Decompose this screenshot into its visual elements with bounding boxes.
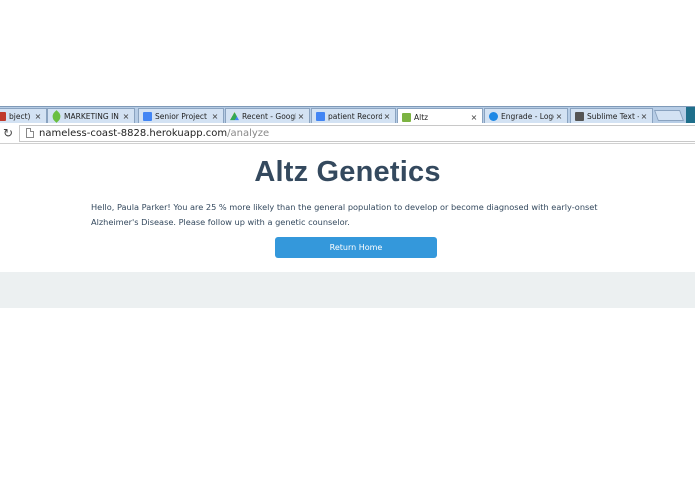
- reload-icon[interactable]: ↻: [1, 126, 15, 140]
- gmail-icon: [0, 112, 6, 121]
- url-path: /analyze: [227, 127, 270, 139]
- page-icon: [26, 128, 34, 138]
- tab-altz[interactable]: Altz ×: [397, 108, 483, 123]
- window-edge: [686, 107, 695, 123]
- drive-icon: [230, 112, 239, 121]
- tab-marketing[interactable]: MARKETING IN ×: [47, 108, 135, 123]
- tab-title: Sublime Text -: [587, 112, 639, 121]
- tab-title: Recent - Google: [242, 112, 296, 121]
- tab-senior-project[interactable]: Senior Project [ ×: [138, 108, 224, 123]
- close-icon[interactable]: ×: [554, 112, 564, 121]
- tab-strip: bject) - n × MARKETING IN × Senior Proje…: [0, 106, 695, 123]
- tab-google-drive[interactable]: Recent - Google ×: [225, 108, 310, 123]
- tab-title: Altz: [414, 112, 429, 122]
- leaf-icon: [50, 110, 63, 123]
- close-icon[interactable]: ×: [469, 113, 479, 122]
- page-title: Altz Genetics: [254, 156, 441, 188]
- app-icon: [402, 112, 411, 122]
- engrade-icon: [489, 112, 498, 121]
- url-host: nameless-coast-8828.herokuapp.com: [39, 127, 228, 139]
- tab-engrade[interactable]: Engrade - Logo ×: [484, 108, 568, 123]
- new-tab-button[interactable]: [653, 110, 685, 121]
- close-icon[interactable]: ×: [33, 112, 43, 121]
- close-icon[interactable]: ×: [382, 112, 392, 121]
- sublime-icon: [575, 112, 584, 121]
- tab-title: Engrade - Logo: [501, 112, 554, 121]
- blank-area: [0, 0, 695, 106]
- close-icon[interactable]: ×: [296, 112, 306, 121]
- page-content: Altz Genetics Hello, Paula Parker! You a…: [0, 156, 695, 308]
- close-icon[interactable]: ×: [121, 112, 131, 121]
- close-icon[interactable]: ×: [639, 112, 649, 121]
- tab-title: patient Records: [328, 112, 382, 121]
- address-bar[interactable]: nameless-coast-8828.herokuapp.com/analyz…: [19, 124, 695, 142]
- docs-icon: [316, 112, 325, 121]
- close-icon[interactable]: ×: [210, 112, 220, 121]
- button-row: Return Home: [0, 237, 695, 258]
- docs-icon: [143, 112, 152, 121]
- tab-title: bject) - n: [9, 112, 33, 121]
- tab-gmail[interactable]: bject) - n ×: [0, 108, 47, 123]
- result-message: Hello, Paula Parker! You are 25 % more l…: [91, 202, 598, 227]
- footer-band: [0, 272, 695, 308]
- tab-patient-records[interactable]: patient Records ×: [311, 108, 396, 123]
- tab-sublime-text[interactable]: Sublime Text - ×: [570, 108, 653, 123]
- tab-title: Senior Project [: [155, 112, 210, 121]
- tab-title: MARKETING IN: [64, 112, 119, 121]
- return-home-button[interactable]: Return Home: [275, 237, 437, 258]
- browser-toolbar: ↻ nameless-coast-8828.herokuapp.com/anal…: [0, 123, 695, 144]
